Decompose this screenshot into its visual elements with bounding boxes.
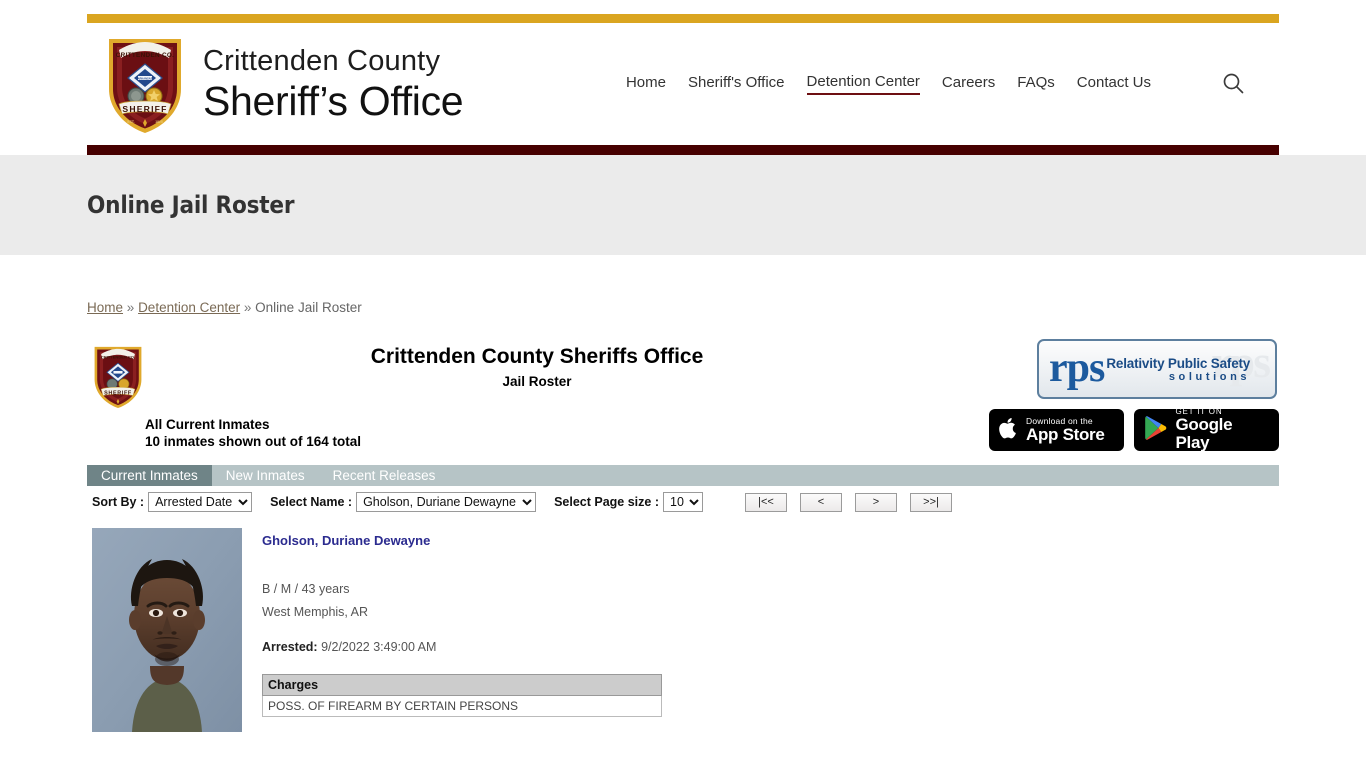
page-title-band: Online Jail Roster xyxy=(0,155,1366,255)
charges-table: Charges POSS. OF FIREARM BY CERTAIN PERS… xyxy=(262,674,662,717)
last-page-button[interactable]: >>| xyxy=(910,492,952,512)
rps-logo[interactable]: rps rps Relativity Public Safety solutio… xyxy=(1037,339,1277,399)
pagination-controls: |<< < > >>| xyxy=(745,492,952,512)
roster-sheriff-badge-icon: CRITTENDEN CO. SHERIFF xyxy=(92,343,144,410)
roster-subtitle: Jail Roster xyxy=(502,374,572,389)
tab-new-inmates[interactable]: New Inmates xyxy=(212,465,319,486)
rps-wordmark: rps xyxy=(1049,345,1105,392)
nav-item-detention-center[interactable]: Detention Center xyxy=(806,73,920,95)
svg-text:SHERIFF: SHERIFF xyxy=(122,104,167,114)
select-name-label: Select Name : xyxy=(270,495,353,509)
app-store-badge[interactable]: Download on the App Store xyxy=(989,409,1125,451)
breadcrumb-current: Online Jail Roster xyxy=(255,300,362,315)
sort-by-select[interactable]: Arrested Date xyxy=(148,492,253,512)
app-store-badge-big-text: App Store xyxy=(1026,424,1105,444)
breadcrumb-link-home[interactable]: Home xyxy=(87,300,123,315)
breadcrumb-link-detention-center[interactable]: Detention Center xyxy=(138,300,240,315)
site-header: CRITTENDEN CO. ARKANSAS SHERIFF EST. 182… xyxy=(0,14,1366,155)
arrested-label: Arrested: xyxy=(262,640,318,654)
svg-text:ARKANSAS: ARKANSAS xyxy=(138,76,153,80)
svg-text:SHERIFF: SHERIFF xyxy=(104,390,132,396)
inmate-demographics: B / M / 43 years xyxy=(262,582,350,596)
main-navigation: Home Sheriff's Office Detention Center C… xyxy=(626,73,1151,95)
breadcrumb: Home » Detention Center » Online Jail Ro… xyxy=(87,255,1279,315)
app-store-badges: Download on the App Store GET IT ON Goog… xyxy=(989,407,1279,453)
inmate-city: West Memphis, AR xyxy=(262,605,369,619)
google-play-icon xyxy=(1144,415,1168,446)
brand-line-office: Sheriff’s Office xyxy=(203,77,464,124)
breadcrumb-separator: » xyxy=(126,300,135,315)
inmate-arrested-row: Arrested: 9/2/2022 3:49:00 AM xyxy=(262,640,662,654)
rps-tagline-line1: Relativity Public Safety xyxy=(1106,355,1251,371)
table-row: POSS. OF FIREARM BY CERTAIN PERSONS xyxy=(262,695,662,717)
header-bottom-rule xyxy=(87,145,1279,155)
inmate-mugshot[interactable] xyxy=(92,528,242,732)
inmate-name-link[interactable]: Gholson, Duriane Dewayne xyxy=(262,533,430,548)
svg-text:CRITTENDEN CO.: CRITTENDEN CO. xyxy=(116,52,175,59)
roster-agency-title: Crittenden County Sheriffs Office xyxy=(370,345,704,368)
page-size-select[interactable]: 10 xyxy=(663,492,703,512)
next-page-button[interactable]: > xyxy=(855,492,897,512)
roster-count-block: All Current Inmates 10 inmates shown out… xyxy=(145,417,361,451)
tab-recent-releases[interactable]: Recent Releases xyxy=(319,465,450,486)
prev-page-button[interactable]: < xyxy=(800,492,842,512)
charge-cell: POSS. OF FIREARM BY CERTAIN PERSONS xyxy=(262,695,662,717)
page-content: Home » Detention Center » Online Jail Ro… xyxy=(87,255,1279,732)
first-page-button[interactable]: |<< xyxy=(745,492,787,512)
nav-item-careers[interactable]: Careers xyxy=(942,74,995,94)
sort-by-label: Sort By : xyxy=(92,495,145,509)
nav-item-home[interactable]: Home xyxy=(626,74,666,94)
google-play-badge[interactable]: GET IT ON Google Play xyxy=(1134,407,1279,453)
google-play-badge-big-text: Google Play xyxy=(1175,415,1233,453)
header-top-rule xyxy=(87,14,1279,23)
charges-table-header-row: Charges xyxy=(262,674,662,696)
roster-header: CRITTENDEN CO. SHERIFF Crittenden County… xyxy=(87,337,1279,465)
inmate-record: Gholson, Duriane Dewayne B / M / 43 year… xyxy=(87,516,1279,732)
svg-text:1825: 1825 xyxy=(155,120,163,124)
vendor-logo-block: rps rps Relativity Public Safety solutio… xyxy=(989,339,1279,453)
brand-line-county: Crittenden County xyxy=(203,44,441,77)
roster-tab-bar: Current Inmates New Inmates Recent Relea… xyxy=(87,465,1279,486)
rps-tagline-line2: solutions xyxy=(1168,370,1251,383)
inmate-details: Gholson, Duriane Dewayne B / M / 43 year… xyxy=(262,528,662,732)
charges-column-header: Charges xyxy=(262,674,662,696)
svg-text:EST.: EST. xyxy=(127,120,135,124)
svg-text:CRITTENDEN CO.: CRITTENDEN CO. xyxy=(101,355,135,360)
page-title: Online Jail Roster xyxy=(87,191,295,219)
page-size-label: Select Page size : xyxy=(554,495,659,509)
search-button[interactable] xyxy=(1217,68,1249,100)
apple-logo-icon xyxy=(999,416,1019,445)
search-icon xyxy=(1222,72,1244,97)
tab-bar-filler xyxy=(449,465,1279,486)
select-name-select[interactable]: Gholson, Duriane Dewayne xyxy=(356,492,537,512)
jail-roster-application: CRITTENDEN CO. SHERIFF Crittenden County… xyxy=(87,337,1279,732)
nav-item-contact-us[interactable]: Contact Us xyxy=(1077,74,1151,94)
breadcrumb-separator: » xyxy=(243,300,252,315)
roster-count-summary: 10 inmates shown out of 164 total xyxy=(145,433,362,449)
tab-current-inmates[interactable]: Current Inmates xyxy=(87,465,212,486)
brand-wordmark: Crittenden County Sheriff’s Office xyxy=(203,44,464,124)
roster-title-block: Crittenden County Sheriffs Office Jail R… xyxy=(87,337,987,389)
roster-filter-description: All Current Inmates xyxy=(145,417,270,432)
sheriff-badge-logo: CRITTENDEN CO. ARKANSAS SHERIFF EST. 182… xyxy=(105,33,185,136)
nav-item-faqs[interactable]: FAQs xyxy=(1017,74,1055,94)
arrested-value: 9/2/2022 3:49:00 AM xyxy=(321,640,437,654)
nav-item-sheriffs-office[interactable]: Sheriff's Office xyxy=(688,74,785,94)
roster-filter-bar: Sort By : Arrested Date Select Name : Gh… xyxy=(87,486,1279,516)
